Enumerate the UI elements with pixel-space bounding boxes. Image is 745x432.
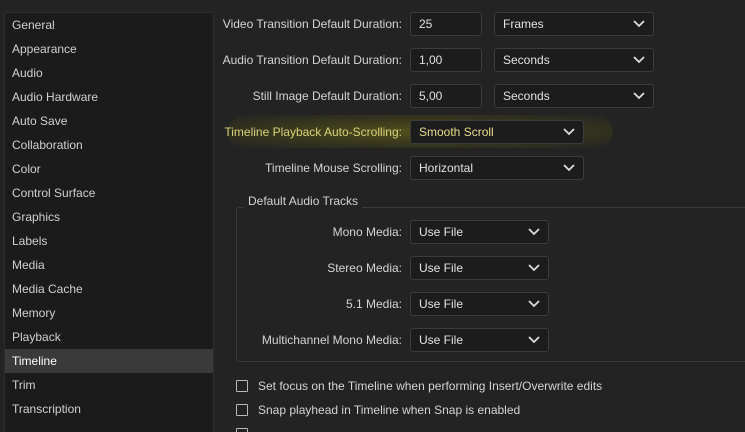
five-one-media-select[interactable]: Use File [410, 292, 549, 316]
mono-media-select[interactable]: Use File [410, 220, 549, 244]
preferences-sidebar: General Appearance Audio Audio Hardware … [4, 12, 214, 432]
sidebar-item-graphics[interactable]: Graphics [5, 205, 213, 229]
auto-scrolling-select[interactable]: Smooth Scroll [410, 120, 584, 144]
still-image-unit-select[interactable]: Seconds [494, 84, 654, 108]
video-transition-input[interactable]: 25 [410, 12, 482, 36]
still-image-unit-value: Seconds [503, 89, 550, 103]
mono-media-label: Mono Media: [332, 225, 402, 239]
preferences-window: General Appearance Audio Audio Hardware … [0, 0, 745, 432]
sidebar-item-media-cache[interactable]: Media Cache [5, 277, 213, 301]
still-image-label: Still Image Default Duration: [252, 89, 402, 103]
five-one-media-label: 5.1 Media: [345, 297, 402, 311]
sidebar-item-label: Appearance [12, 42, 77, 56]
sidebar-item-media[interactable]: Media [5, 253, 213, 277]
sidebar-item-control-surface[interactable]: Control Surface [5, 181, 213, 205]
stereo-media-label: Stereo Media: [327, 261, 402, 275]
default-audio-tracks-title: Default Audio Tracks [244, 194, 363, 208]
mouse-scrolling-select[interactable]: Horizontal [410, 156, 584, 180]
auto-scrolling-value: Smooth Scroll [419, 125, 494, 139]
focus-timeline-option[interactable]: Set focus on the Timeline when performin… [236, 378, 602, 394]
audio-transition-label: Audio Transition Default Duration: [222, 53, 402, 67]
sidebar-item-label: Audio [12, 66, 43, 80]
sidebar-item-collaboration[interactable]: Collaboration [5, 133, 213, 157]
chevron-down-icon [563, 128, 575, 136]
sidebar-item-label: Playback [12, 330, 61, 344]
auto-scrolling-label: Timeline Playback Auto-Scrolling: [224, 125, 402, 139]
sidebar-item-trim[interactable]: Trim [5, 373, 213, 397]
stereo-media-value: Use File [419, 261, 464, 275]
five-one-media-value: Use File [419, 297, 464, 311]
mouse-scrolling-label: Timeline Mouse Scrolling: [265, 161, 402, 175]
sidebar-item-timeline[interactable]: Timeline [5, 349, 213, 373]
multichannel-mono-media-select[interactable]: Use File [410, 328, 549, 352]
sidebar-item-label: Color [12, 162, 41, 176]
sidebar-item-label: Trim [12, 378, 36, 392]
sidebar-item-label: Transcription [12, 402, 81, 416]
mono-media-value: Use File [419, 225, 464, 239]
sidebar-item-label: Timeline [12, 354, 57, 368]
sidebar-item-label: General [12, 18, 55, 32]
stereo-media-select[interactable]: Use File [410, 256, 549, 280]
sidebar-item-label: Memory [12, 306, 56, 320]
chevron-down-icon [528, 228, 540, 236]
sidebar-item-labels[interactable]: Labels [5, 229, 213, 253]
chevron-down-icon [633, 56, 645, 64]
chevron-down-icon [633, 20, 645, 28]
sidebar-item-label: Audio Hardware [12, 90, 99, 104]
audio-transition-input[interactable]: 1,00 [410, 48, 482, 72]
sidebar-item-label: Graphics [12, 210, 61, 224]
sidebar-item-playback[interactable]: Playback [5, 325, 213, 349]
mouse-scrolling-value: Horizontal [419, 161, 474, 175]
cut-off-checkbox[interactable] [236, 428, 248, 432]
chevron-down-icon [528, 264, 540, 272]
sidebar-item-label: Media [12, 258, 45, 272]
focus-timeline-checkbox[interactable] [236, 380, 248, 392]
multichannel-mono-media-label: Multichannel Mono Media: [261, 333, 402, 347]
chevron-down-icon [528, 336, 540, 344]
chevron-down-icon [528, 300, 540, 308]
sidebar-item-appearance[interactable]: Appearance [5, 37, 213, 61]
chevron-down-icon [563, 164, 575, 172]
audio-transition-unit-select[interactable]: Seconds [494, 48, 654, 72]
sidebar-item-audio-hardware[interactable]: Audio Hardware [5, 85, 213, 109]
sidebar-item-transcription[interactable]: Transcription [5, 397, 213, 421]
video-transition-unit-value: Frames [503, 17, 544, 31]
still-image-input[interactable]: 5,00 [410, 84, 482, 108]
sidebar-item-general[interactable]: General [5, 13, 213, 37]
cut-off-option[interactable] [236, 426, 258, 432]
sidebar-item-auto-save[interactable]: Auto Save [5, 109, 213, 133]
chevron-down-icon [633, 92, 645, 100]
sidebar-item-label: Auto Save [12, 114, 68, 128]
snap-playhead-checkbox[interactable] [236, 404, 248, 416]
video-transition-label: Video Transition Default Duration: [222, 17, 402, 31]
sidebar-item-color[interactable]: Color [5, 157, 213, 181]
multichannel-mono-media-value: Use File [419, 333, 464, 347]
focus-timeline-label: Set focus on the Timeline when performin… [258, 379, 603, 393]
snap-playhead-option[interactable]: Snap playhead in Timeline when Snap is e… [236, 402, 520, 418]
sidebar-item-audio[interactable]: Audio [5, 61, 213, 85]
sidebar-item-label: Labels [12, 234, 48, 248]
video-transition-unit-select[interactable]: Frames [494, 12, 654, 36]
sidebar-item-label: Collaboration [12, 138, 83, 152]
audio-transition-unit-value: Seconds [503, 53, 550, 67]
snap-playhead-label: Snap playhead in Timeline when Snap is e… [258, 403, 521, 417]
sidebar-item-memory[interactable]: Memory [5, 301, 213, 325]
sidebar-item-label: Control Surface [12, 186, 96, 200]
sidebar-item-label: Media Cache [12, 282, 83, 296]
